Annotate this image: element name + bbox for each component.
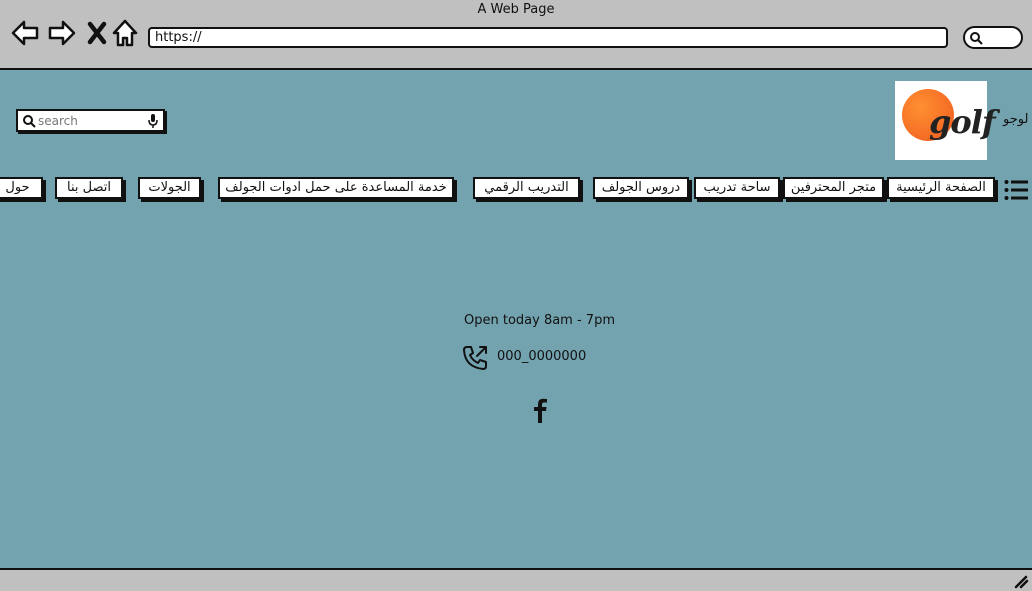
nav-item-pro-shop[interactable]: متجر المحترفين <box>783 177 884 199</box>
opening-hours: Open today 8am - 7pm <box>464 313 615 328</box>
nav-item-tours[interactable]: الجولات <box>138 177 201 199</box>
logo-label: لوجو <box>1003 112 1029 127</box>
nav-item-digital-training[interactable]: التدريب الرقمي <box>473 177 580 199</box>
nav-item-home[interactable]: الصفحة الرئيسية <box>887 177 995 199</box>
close-x-icon[interactable] <box>82 18 112 48</box>
search-input[interactable] <box>38 112 148 129</box>
home-icon[interactable] <box>110 18 140 48</box>
microphone-icon[interactable] <box>148 114 158 128</box>
nav-item-caddie-service[interactable]: خدمة المساعدة على حمل ادوات الجولف <box>218 177 454 199</box>
back-arrow-icon[interactable] <box>10 18 40 48</box>
phone-call-icon <box>463 346 487 370</box>
forward-arrow-icon[interactable] <box>47 18 77 48</box>
search-box <box>16 109 165 132</box>
status-bar <box>0 568 1032 591</box>
browser-search-button[interactable] <box>963 26 1023 49</box>
nav-item-driving-range[interactable]: ساحة تدريب <box>694 177 780 199</box>
nav-item-contact[interactable]: اتصل بنا <box>55 177 123 199</box>
facebook-icon[interactable] <box>528 397 552 423</box>
logo[interactable]: golf <box>895 81 996 160</box>
resize-grip-icon[interactable] <box>1013 573 1029 589</box>
phone-number: 000_0000000 <box>497 349 587 364</box>
search-icon <box>970 32 983 45</box>
window-title: A Web Page <box>477 2 555 17</box>
search-icon <box>23 115 36 128</box>
nav-item-about[interactable]: حول <box>0 177 43 199</box>
browser-chrome: A Web Page https:// <box>0 0 1032 70</box>
nav-item-golf-lessons[interactable]: دروس الجولف <box>593 177 689 199</box>
url-bar[interactable]: https:// <box>148 27 948 48</box>
hamburger-menu-icon[interactable] <box>1004 179 1028 201</box>
logo-text: golf <box>929 103 996 141</box>
